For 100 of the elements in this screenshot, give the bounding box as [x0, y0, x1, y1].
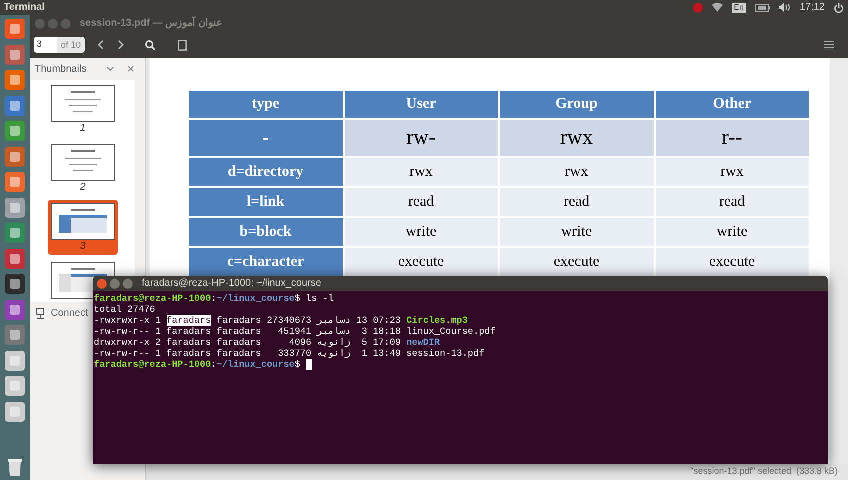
app-name: Terminal — [4, 1, 45, 15]
table-cell: r-- — [654, 119, 810, 157]
terminal-text: 1 13:49 session-13.pdf — [360, 348, 485, 359]
table-cell: write — [654, 217, 810, 247]
network-icon[interactable] — [36, 308, 45, 319]
table-cell: rwx — [344, 157, 499, 187]
app-launcher-icon[interactable] — [4, 146, 26, 168]
terminal-text: دسامبر — [317, 326, 351, 337]
clock[interactable]: 17:12 — [800, 0, 825, 15]
terminal-text: Circles.mp3 — [406, 315, 468, 326]
terminal-text: faradars@reza-HP-1000 — [94, 359, 212, 370]
page-thumbnail-drawing — [51, 144, 115, 181]
app-launcher-icon[interactable] — [4, 171, 26, 193]
terminal-text: : — [211, 293, 217, 304]
next-icon[interactable] — [117, 40, 126, 50]
maximize-icon[interactable] — [123, 278, 133, 288]
table-cell: execute — [499, 247, 654, 277]
terminal-text: 13 07:23 — [355, 315, 402, 326]
table-cell: read — [499, 187, 654, 217]
terminal-text: دسامبر — [317, 315, 351, 326]
column-header: Other — [654, 90, 810, 119]
terminal-text: 3 18:18 linux_Course.pdf — [360, 326, 496, 337]
status-dot-icon[interactable] — [693, 2, 704, 12]
terminal-text: ژانویه — [317, 348, 351, 359]
previous-icon[interactable] — [97, 40, 106, 50]
status-text: "session-13.pdf" selected (333.8 kB) — [690, 465, 838, 478]
column-header: type — [188, 90, 344, 119]
terminal-text: 5 17:09 — [360, 337, 402, 348]
page-icon[interactable] — [178, 40, 188, 50]
table-cell: rwx — [499, 157, 654, 187]
page-thumbnail-drawing — [51, 85, 115, 122]
terminal-text: : — [211, 359, 217, 370]
app-launcher-icon[interactable] — [4, 222, 26, 244]
app-launcher-icon[interactable] — [4, 69, 26, 91]
thumbnail-label: 3 — [80, 240, 86, 254]
app-launcher-icon[interactable] — [4, 350, 26, 372]
terminal-text: faradars@reza-HP-1000 — [94, 293, 212, 304]
app-launcher-icon[interactable] — [4, 298, 26, 320]
table-cell: - — [188, 119, 344, 157]
terminal-text: -rwxrwxr-x 1 — [94, 315, 162, 326]
thumbnail[interactable]: 3 — [48, 200, 118, 255]
table-cell: l=link — [188, 187, 344, 217]
thumbnail[interactable]: 2 — [48, 141, 118, 196]
app-launcher-icon[interactable] — [4, 324, 26, 346]
app-launcher-icon[interactable] — [4, 44, 26, 66]
app-launcher-icon[interactable] — [4, 18, 26, 40]
table-cell: rwx — [499, 119, 654, 157]
table-cell: c=character — [188, 247, 344, 277]
terminal-text: $ — [294, 359, 302, 370]
table-cell: write — [344, 217, 499, 247]
app-launcher-icon[interactable] — [4, 375, 26, 397]
app-launcher-icon[interactable] — [4, 94, 26, 116]
terminal-text: newDIR — [406, 337, 440, 348]
power-icon[interactable] — [834, 2, 844, 12]
table-cell: execute — [344, 247, 499, 277]
terminal-text: ژانویه — [317, 337, 351, 348]
wifi-icon[interactable] — [712, 3, 724, 12]
page-thumbnail-drawing — [51, 203, 115, 240]
thumbnail-label: 1 — [80, 122, 86, 136]
terminal-text: faradars — [166, 315, 212, 326]
terminal-text: $ ls -l — [294, 293, 334, 304]
app-launcher-icon[interactable] — [4, 248, 26, 270]
table-cell: execute — [654, 247, 810, 277]
battery-icon[interactable] — [754, 4, 770, 12]
minimize-icon[interactable] — [110, 278, 120, 288]
volume-icon[interactable] — [778, 3, 791, 12]
table-cell: b=block — [188, 217, 344, 247]
table-cell: rw- — [344, 119, 499, 157]
page-field[interactable]: 3 of 10 — [34, 37, 86, 53]
thumbnail-label: 2 — [80, 181, 86, 195]
page-number: 3 — [36, 38, 44, 52]
sidebar-title: Thumbnails — [35, 62, 87, 76]
table-cell: write — [499, 217, 654, 247]
window-title: session-13.pdf — عنوان آموزس — [80, 16, 222, 31]
cursor — [306, 359, 312, 370]
terminal-text: ~/linux_course — [216, 359, 295, 370]
app-launcher-icon[interactable] — [4, 120, 26, 142]
app-launcher-icon[interactable] — [4, 273, 26, 295]
terminal-text: faradars 27340673 — [216, 315, 313, 326]
connect-label[interactable]: Connect — [51, 306, 88, 321]
thumbnail[interactable]: 1 — [48, 82, 118, 137]
terminal-text: -rw-rw-r-- 1 faradars faradars 333770 — [94, 348, 313, 359]
table-cell: read — [344, 187, 499, 217]
search-icon[interactable] — [145, 40, 156, 50]
keyboard-layout[interactable]: En — [732, 2, 746, 12]
table-cell: rwx — [654, 157, 810, 187]
terminal-text: total 27476 — [94, 304, 156, 315]
close-icon[interactable] — [128, 66, 134, 72]
close-icon[interactable] — [97, 278, 107, 288]
app-launcher-icon[interactable] — [4, 400, 26, 422]
column-header: Group — [499, 90, 654, 119]
terminal-text: drwxrwxr-x 2 faradars faradars 4096 — [94, 337, 313, 348]
page-count: of 10 — [57, 37, 86, 53]
app-launcher-icon[interactable] — [4, 196, 26, 218]
column-header: User — [344, 90, 499, 119]
table-cell: read — [654, 187, 810, 217]
terminal-text: -rw-rw-r-- 1 faradars faradars 451941 — [94, 326, 313, 337]
chevron-down-icon[interactable] — [107, 66, 114, 72]
menu-icon[interactable] — [824, 41, 834, 49]
table-cell: d=directory — [188, 157, 344, 187]
